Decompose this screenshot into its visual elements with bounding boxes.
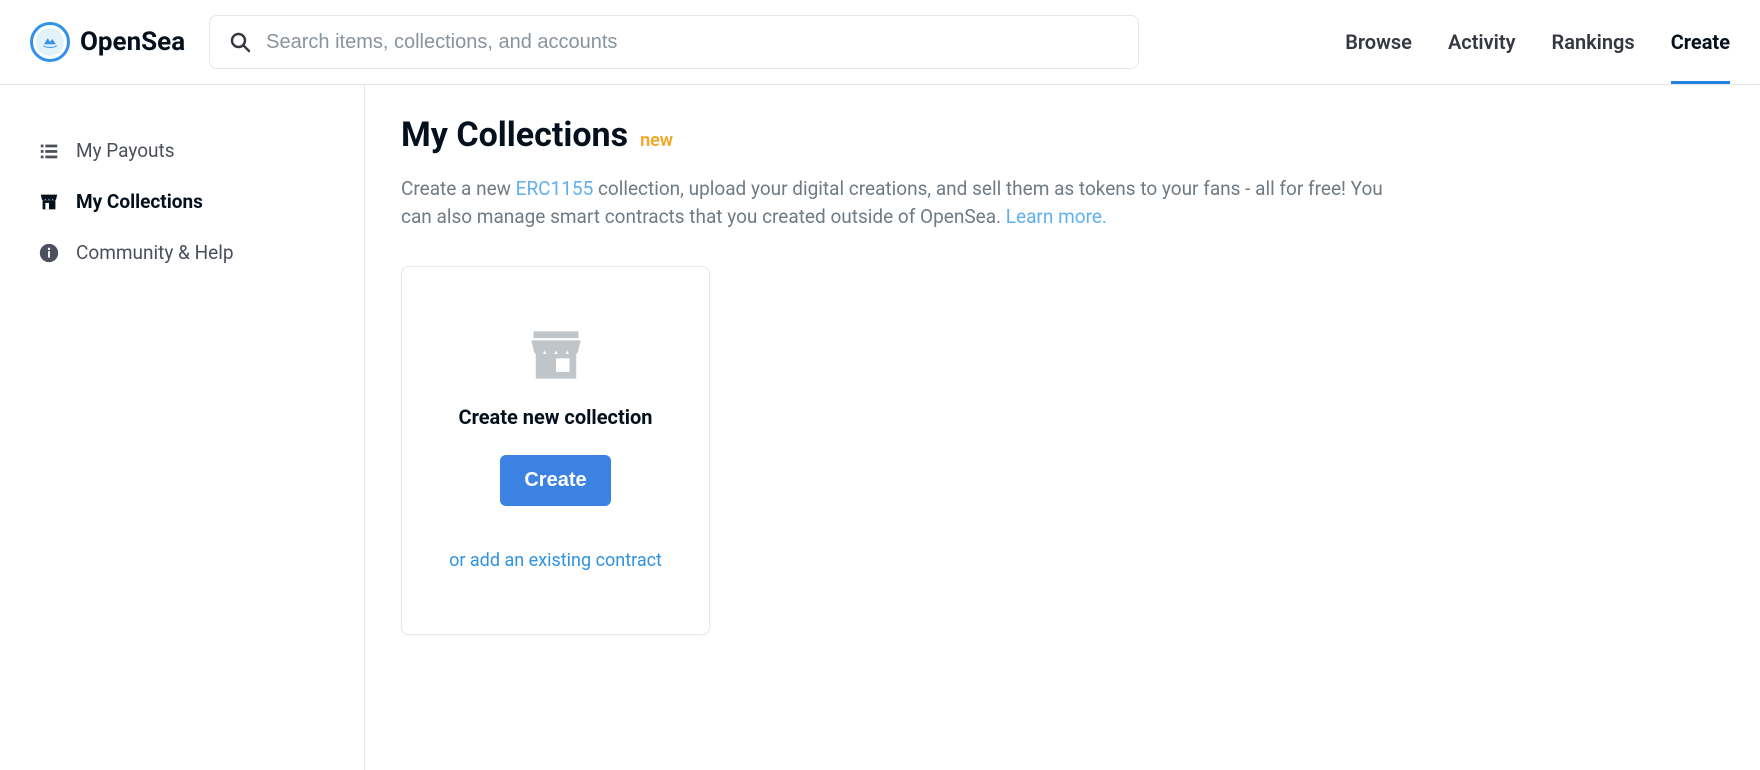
sidebar: My Payouts My Collections Community & He… xyxy=(0,85,365,770)
create-button[interactable]: Create xyxy=(500,455,610,506)
erc1155-link[interactable]: ERC1155 xyxy=(516,177,594,200)
nav-create[interactable]: Create xyxy=(1671,0,1730,84)
page-title: My Collections xyxy=(401,115,628,155)
header: OpenSea Browse Activity Rankings Create xyxy=(0,0,1760,85)
main-content: My Collections new Create a new ERC1155 … xyxy=(365,85,1760,770)
storefront-large-icon xyxy=(529,331,583,379)
sidebar-item-label: My Collections xyxy=(76,190,203,213)
sidebar-item-label: Community & Help xyxy=(76,241,233,264)
top-nav: Browse Activity Rankings Create xyxy=(1345,0,1730,84)
info-icon xyxy=(38,242,60,264)
sidebar-item-community[interactable]: Community & Help xyxy=(0,227,364,278)
sidebar-item-payouts[interactable]: My Payouts xyxy=(0,125,364,176)
list-icon xyxy=(38,140,60,162)
brand-name: OpenSea xyxy=(80,27,185,57)
storefront-icon xyxy=(38,191,60,213)
new-badge: new xyxy=(640,130,673,151)
learn-more-link[interactable]: Learn more. xyxy=(1006,205,1107,228)
intro-prefix: Create a new xyxy=(401,177,516,200)
search-icon xyxy=(228,30,252,54)
brand[interactable]: OpenSea xyxy=(30,22,185,62)
nav-activity[interactable]: Activity xyxy=(1448,0,1516,84)
intro-text: Create a new ERC1155 collection, upload … xyxy=(401,175,1401,230)
nav-browse[interactable]: Browse xyxy=(1345,0,1412,84)
card-title: Create new collection xyxy=(458,405,652,429)
sidebar-item-collections[interactable]: My Collections xyxy=(0,176,364,227)
search-bar[interactable] xyxy=(209,15,1139,69)
sidebar-item-label: My Payouts xyxy=(76,139,175,162)
create-collection-card: Create new collection Create or add an e… xyxy=(401,266,710,635)
brand-logo-icon xyxy=(30,22,70,62)
add-existing-contract-link[interactable]: or add an existing contract xyxy=(449,550,662,571)
nav-rankings[interactable]: Rankings xyxy=(1552,0,1635,84)
search-input[interactable] xyxy=(266,31,1120,54)
